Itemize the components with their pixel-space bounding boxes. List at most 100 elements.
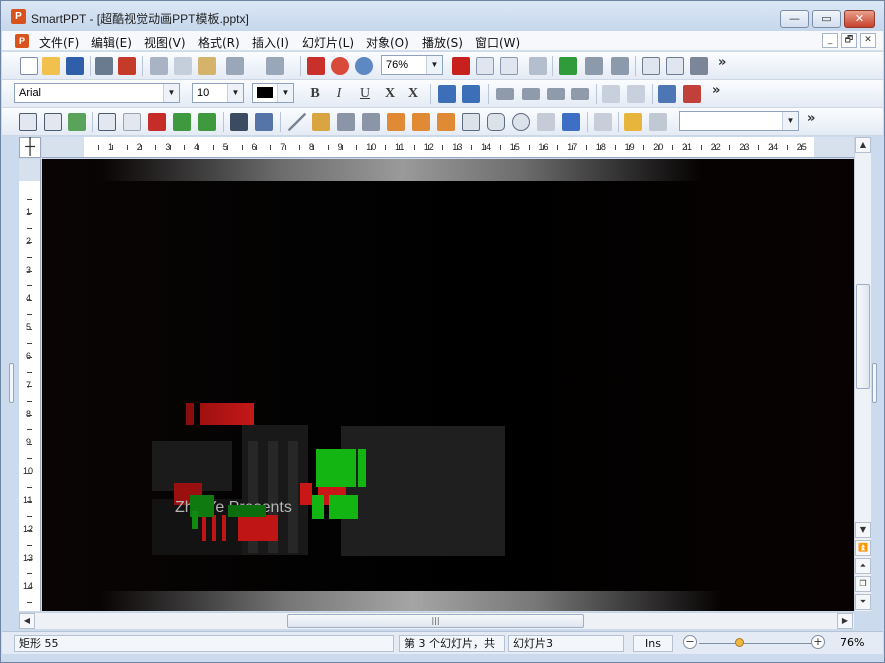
first-slide-icon[interactable]: ⏫ [855, 540, 871, 556]
table-icon[interactable] [44, 113, 62, 131]
document-icon[interactable]: P [15, 34, 29, 48]
star-icon[interactable] [624, 113, 642, 131]
shapes-icon[interactable] [537, 113, 555, 131]
text-frame-icon[interactable] [148, 113, 166, 131]
slide-canvas[interactable]: ZhaiYe Presents [42, 159, 854, 611]
close-button[interactable]: ✕ [844, 10, 875, 28]
curved-connector-icon[interactable] [437, 113, 455, 131]
new-file-icon[interactable] [20, 57, 38, 75]
paste-icon[interactable] [198, 57, 216, 75]
gray-stripe[interactable] [288, 441, 298, 553]
horizontal-scroll-thumb[interactable]: ||| [287, 614, 584, 628]
spell-check-icon[interactable] [585, 57, 603, 75]
curve-icon[interactable] [337, 113, 355, 131]
undo-icon[interactable] [226, 57, 244, 75]
left-panel-grip-icon[interactable] [9, 363, 14, 403]
scroll-down-icon[interactable]: ▼ [855, 522, 871, 538]
menu-format[interactable]: 格式(R) [198, 34, 240, 51]
toolbar-overflow-icon[interactable]: » [807, 111, 815, 126]
copy-icon[interactable] [174, 57, 192, 75]
video-icon[interactable] [230, 113, 248, 131]
green-rectangle[interactable] [329, 495, 358, 519]
page-setup-icon[interactable] [666, 57, 684, 75]
green-rectangle[interactable] [228, 505, 266, 517]
rounded-rectangle-icon[interactable] [487, 113, 505, 131]
green-square[interactable] [316, 449, 356, 487]
zoom-tool-icon[interactable] [331, 57, 349, 75]
package-icon[interactable] [690, 57, 708, 75]
format-painter-icon[interactable] [529, 57, 547, 75]
ruler-corner-button[interactable]: ┼ [19, 137, 41, 158]
menu-edit[interactable]: 编辑(E) [91, 34, 132, 51]
menu-slide[interactable]: 幻灯片(L) [302, 34, 354, 51]
chevron-down-icon[interactable]: ▼ [277, 84, 293, 102]
gray-panel[interactable] [341, 426, 505, 556]
chevron-down-icon[interactable]: ▼ [782, 112, 798, 130]
menu-file[interactable]: 文件(F) [39, 34, 79, 51]
equation-icon[interactable] [123, 113, 141, 131]
red-stripe[interactable] [202, 515, 206, 541]
mdi-restore-button[interactable]: 🗗 [841, 33, 857, 48]
minimize-button[interactable]: — [780, 10, 809, 28]
red-rectangle[interactable] [300, 483, 312, 505]
font-name-combo[interactable]: Arial ▼ [14, 83, 180, 103]
text-color-combo[interactable]: ▼ [252, 83, 294, 103]
ole-object-icon[interactable] [98, 113, 116, 131]
zoom-slider[interactable] [699, 643, 812, 644]
align-right-icon[interactable] [547, 88, 565, 100]
pencil-icon[interactable] [312, 113, 330, 131]
save-icon[interactable] [66, 57, 84, 75]
maximize-button[interactable]: ▭ [812, 10, 841, 28]
export-pdf-icon[interactable] [118, 57, 136, 75]
template-icon[interactable] [642, 57, 660, 75]
align-left-icon[interactable] [496, 88, 514, 100]
zoom-in-icon[interactable]: + [811, 635, 825, 649]
red-stripe[interactable] [212, 515, 216, 541]
strikethrough-button[interactable]: X [381, 85, 399, 103]
green-stripe[interactable] [192, 511, 198, 529]
increase-font-icon[interactable] [438, 85, 456, 103]
font-size-combo[interactable]: 10 ▼ [192, 83, 244, 103]
clear-format-button[interactable]: X [404, 85, 422, 103]
toolbar-overflow-icon[interactable]: » [712, 83, 720, 98]
line-icon[interactable] [288, 113, 306, 131]
previous-slide-icon[interactable]: ⏶ [855, 558, 871, 574]
arrow-icon[interactable] [362, 113, 380, 131]
list-box-icon[interactable] [500, 57, 518, 75]
justify-icon[interactable] [571, 88, 589, 100]
menu-window[interactable]: 窗口(W) [475, 34, 520, 51]
menu-object[interactable]: 对象(O) [366, 34, 409, 51]
magnifier-icon[interactable] [355, 57, 373, 75]
chevron-down-icon[interactable]: ▼ [163, 84, 179, 102]
scroll-left-icon[interactable]: ◀ [19, 613, 35, 629]
rectangle-icon[interactable] [462, 113, 480, 131]
horizontal-scrollbar[interactable]: ◀ ||| ▶ [19, 612, 854, 629]
zoom-slider-handle[interactable] [735, 638, 744, 647]
underline-button[interactable]: U [356, 85, 374, 103]
status-insert-mode[interactable]: Ins [633, 635, 673, 652]
bold-button[interactable]: B [306, 85, 324, 103]
picture-icon[interactable] [68, 113, 86, 131]
elbow-connector-icon[interactable] [412, 113, 430, 131]
next-slide-icon[interactable]: ⏷ [855, 594, 871, 610]
slide-list-icon[interactable]: ❐ [855, 576, 871, 592]
zoom-combo[interactable]: 76% ▼ [381, 55, 443, 75]
scroll-up-icon[interactable]: ▲ [855, 137, 871, 153]
custom-animation-icon[interactable] [649, 113, 667, 131]
chevron-down-icon[interactable]: ▼ [227, 84, 243, 102]
print-icon[interactable] [95, 57, 113, 75]
green-bar[interactable] [312, 495, 324, 519]
mdi-minimize-button[interactable]: _ [822, 33, 838, 48]
cut-icon[interactable] [150, 57, 168, 75]
indent-icon[interactable] [627, 85, 645, 103]
numbered-list-icon[interactable] [683, 85, 701, 103]
menu-view[interactable]: 视图(V) [144, 34, 186, 51]
outdent-icon[interactable] [602, 85, 620, 103]
red-rectangle[interactable] [200, 403, 254, 425]
green-bar[interactable] [358, 449, 366, 487]
plugin-frame-icon[interactable] [198, 113, 216, 131]
bullet-list-icon[interactable] [658, 85, 676, 103]
text-box-icon[interactable] [476, 57, 494, 75]
ellipse-icon[interactable] [512, 113, 530, 131]
decrease-font-icon[interactable] [462, 85, 480, 103]
